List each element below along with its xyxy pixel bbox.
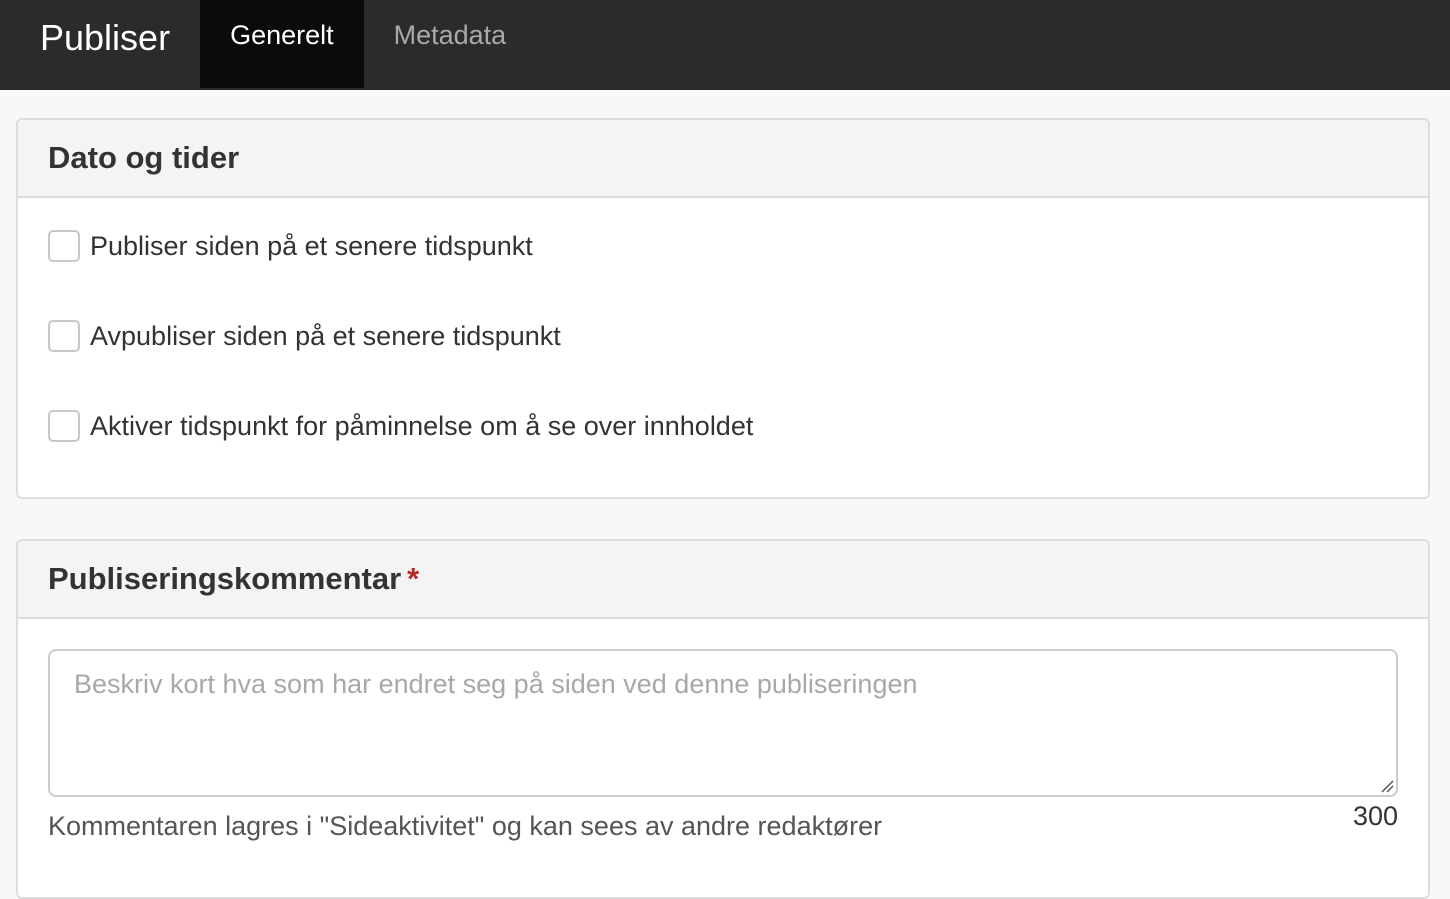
character-counter: 300 (1352, 801, 1398, 831)
publish-comment-textarea[interactable] (48, 649, 1398, 797)
unpublish-later-option[interactable]: Avpubliser siden på et senere tidspunkt (48, 320, 561, 352)
unpublish-later-label: Avpubliser siden på et senere tidspunkt (90, 320, 561, 351)
publish-later-label: Publiser siden på et senere tidspunkt (90, 230, 533, 261)
unpublish-later-checkbox[interactable] (48, 320, 80, 352)
review-reminder-checkbox[interactable] (48, 410, 80, 442)
tab-metadata[interactable]: Metadata (364, 0, 537, 88)
publish-comment-panel: Publiseringskommentar* Kommentaren lagre… (16, 539, 1430, 899)
review-reminder-option[interactable]: Aktiver tidspunkt for påminnelse om å se… (48, 410, 753, 442)
required-asterisk: * (407, 561, 420, 596)
resize-handle-icon[interactable] (1380, 779, 1394, 793)
top-navigation-bar: Publiser Generelt Metadata (0, 0, 1450, 90)
app-title: Publiser (40, 17, 171, 58)
review-reminder-label: Aktiver tidspunkt for påminnelse om å se… (90, 410, 754, 441)
publish-comment-heading: Publiseringskommentar * (18, 541, 1428, 619)
comment-help-text: Kommentaren lagres i "Sideaktivitet" og … (48, 811, 883, 841)
publish-later-option[interactable]: Publiser siden på et senere tidspunkt (48, 230, 533, 262)
tab-generelt[interactable]: Generelt (200, 0, 364, 88)
dates-panel: Dato og tider Publiser siden på et sener… (16, 118, 1430, 499)
publish-comment-heading-text: Publiseringskommentar (48, 561, 402, 596)
publish-later-checkbox[interactable] (48, 230, 80, 262)
dates-panel-heading: Dato og tider (18, 120, 1428, 198)
